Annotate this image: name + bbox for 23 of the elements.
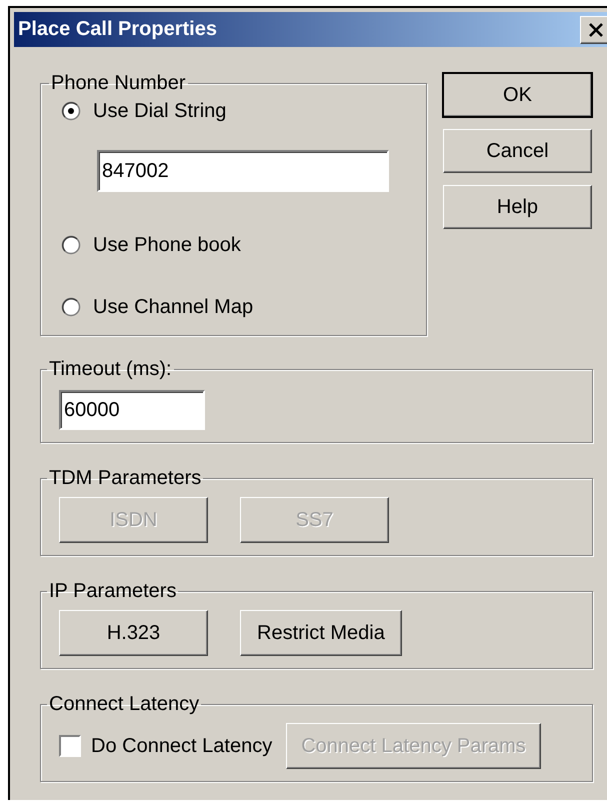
group-label: Timeout (ms): xyxy=(48,358,173,380)
dialog-button[interactable]: Cancel xyxy=(443,129,592,173)
group-label: TDM Parameters xyxy=(48,467,202,489)
close-icon xyxy=(588,22,604,36)
dialog-button[interactable]: OK xyxy=(443,73,592,117)
radio-option[interactable]: Use Channel Map xyxy=(61,292,414,322)
radio-button[interactable] xyxy=(61,297,81,317)
group-label: Connect Latency xyxy=(48,693,200,715)
radio-button[interactable] xyxy=(61,235,81,255)
group-label: IP Parameters xyxy=(48,580,178,602)
radio-option[interactable]: Use Dial String xyxy=(61,96,414,126)
group-label: Phone Number xyxy=(50,72,187,94)
checkbox[interactable] xyxy=(59,735,81,757)
parameter-button[interactable]: Restrict Media xyxy=(240,610,402,656)
dial-string-field[interactable]: 847002 xyxy=(97,150,389,192)
radio-option[interactable]: Use Phone book xyxy=(61,230,414,260)
close-button[interactable] xyxy=(580,16,607,44)
timeout-field[interactable]: 60000 xyxy=(59,390,205,430)
radio-button[interactable] xyxy=(61,101,81,121)
dialog-button[interactable]: Help xyxy=(443,185,592,229)
checkbox-option[interactable]: Do Connect Latency xyxy=(59,734,272,758)
window-title: Place Call Properties xyxy=(18,18,217,41)
parameter-button[interactable]: H.323 xyxy=(59,610,208,656)
